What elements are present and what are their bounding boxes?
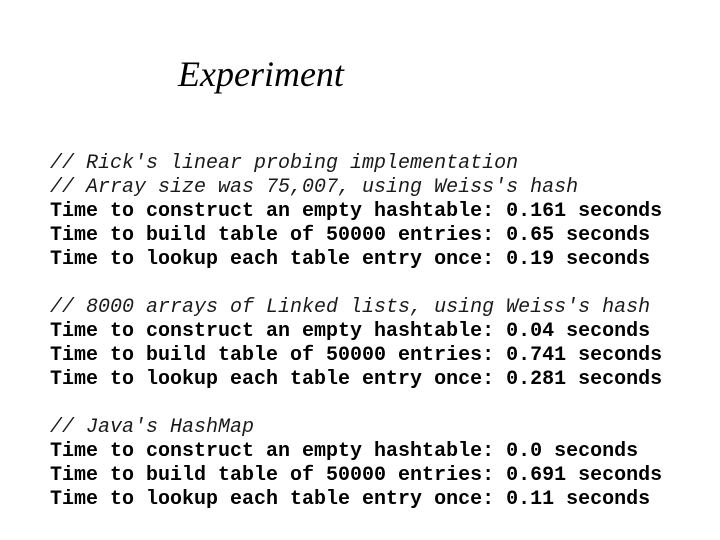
timing-value: 0.741 bbox=[506, 344, 567, 367]
comment-line: // Rick's linear probing implementation bbox=[50, 152, 519, 175]
timing-unit: seconds bbox=[554, 440, 639, 463]
experiment-block-linear-probing: // Rick's linear probing implementation … bbox=[50, 152, 662, 272]
timing-value: 0.04 bbox=[506, 320, 555, 343]
timing-line: Time to lookup each table entry once: 0.… bbox=[50, 368, 662, 392]
timing-value: 0.11 bbox=[506, 488, 555, 511]
comment-line: // Array size was 75,007, using Weiss's … bbox=[50, 176, 579, 199]
timing-unit: seconds bbox=[566, 320, 651, 343]
experiment-block-linked-lists: // 8000 arrays of Linked lists, using We… bbox=[50, 296, 662, 392]
timing-value: 0.691 bbox=[506, 464, 567, 487]
timing-unit: seconds bbox=[578, 200, 663, 223]
timing-line: Time to build table of 50000 entries: 0.… bbox=[50, 464, 662, 488]
timing-label: Time to construct an empty hashtable: bbox=[50, 440, 495, 463]
timing-unit: seconds bbox=[578, 344, 663, 367]
timing-label: Time to construct an empty hashtable: bbox=[50, 200, 495, 223]
timing-label: Time to lookup each table entry once: bbox=[50, 248, 495, 271]
timing-line: Time to build table of 50000 entries: 0.… bbox=[50, 344, 662, 368]
timing-unit: seconds bbox=[566, 224, 651, 247]
comment-line: // Java's HashMap bbox=[50, 416, 255, 439]
timing-label: Time to lookup each table entry once: bbox=[50, 488, 495, 511]
timing-label: Time to build table of 50000 entries: bbox=[50, 464, 495, 487]
timing-line: Time to construct an empty hashtable: 0.… bbox=[50, 440, 662, 464]
timing-value: 0.161 bbox=[506, 200, 567, 223]
timing-unit: seconds bbox=[566, 248, 651, 271]
timing-line: Time to build table of 50000 entries: 0.… bbox=[50, 224, 662, 248]
timing-unit: seconds bbox=[578, 368, 663, 391]
timing-line: Time to construct an empty hashtable: 0.… bbox=[50, 320, 662, 344]
timing-label: Time to build table of 50000 entries: bbox=[50, 224, 495, 247]
timing-value: 0.281 bbox=[506, 368, 567, 391]
timing-value: 0.19 bbox=[506, 248, 555, 271]
timing-unit: seconds bbox=[578, 464, 663, 487]
slide-title: Experiment bbox=[178, 54, 344, 94]
timing-line: Time to lookup each table entry once: 0.… bbox=[50, 248, 662, 272]
timing-line: Time to lookup each table entry once: 0.… bbox=[50, 488, 662, 512]
timing-label: Time to construct an empty hashtable: bbox=[50, 320, 495, 343]
comment-line: // 8000 arrays of Linked lists, using We… bbox=[50, 296, 651, 319]
timing-unit: seconds bbox=[566, 488, 651, 511]
timing-value: 0.0 bbox=[506, 440, 543, 463]
experiment-block-java-hashmap: // Java's HashMap Time to construct an e… bbox=[50, 416, 662, 512]
timing-label: Time to lookup each table entry once: bbox=[50, 368, 495, 391]
timing-label: Time to build table of 50000 entries: bbox=[50, 344, 495, 367]
timing-line: Time to construct an empty hashtable: 0.… bbox=[50, 200, 662, 224]
timing-value: 0.65 bbox=[506, 224, 555, 247]
